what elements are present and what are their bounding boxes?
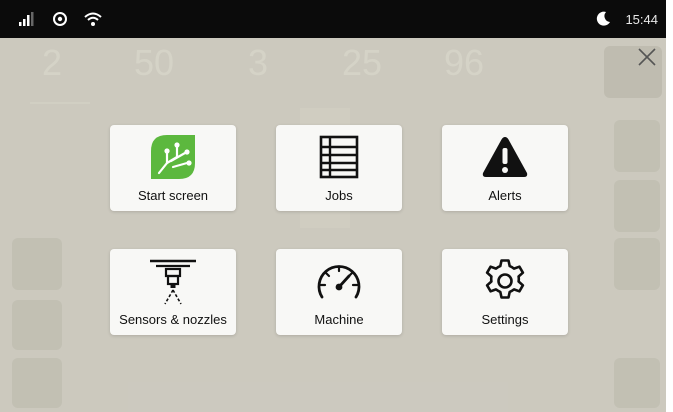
- status-time: 15:44: [625, 12, 658, 27]
- location-icon: [52, 11, 68, 32]
- jobs-list-icon: [276, 131, 402, 183]
- start-screen-label: Start screen: [137, 188, 209, 203]
- start-screen-button[interactable]: Start screen: [110, 125, 236, 211]
- alert-icon: [442, 131, 568, 183]
- sensors-nozzles-button[interactable]: Sensors & nozzles: [110, 249, 236, 335]
- status-bar: 15:44: [0, 0, 666, 38]
- jobs-button[interactable]: Jobs: [276, 125, 402, 211]
- menu-overlay: [0, 38, 666, 412]
- sensor-nozzle-icon: [110, 255, 236, 307]
- close-icon: [638, 48, 656, 66]
- gear-icon: [442, 255, 568, 307]
- wifi-icon: [84, 11, 102, 32]
- machine-label: Machine: [314, 312, 364, 327]
- alerts-button[interactable]: Alerts: [442, 125, 568, 211]
- settings-label: Settings: [481, 312, 529, 327]
- jobs-label: Jobs: [325, 188, 353, 203]
- close-button[interactable]: [636, 46, 658, 68]
- start-screen-icon: [110, 131, 236, 183]
- signal-icon: [18, 11, 34, 32]
- menu-screen: 15:44 2 50 3 25 96 Start screen Jobs Ale…: [0, 0, 666, 412]
- settings-button[interactable]: Settings: [442, 249, 568, 335]
- speedometer-icon: [276, 255, 402, 307]
- machine-button[interactable]: Machine: [276, 249, 402, 335]
- alerts-label: Alerts: [488, 188, 522, 203]
- night-mode-icon: [594, 10, 612, 33]
- sensors-nozzles-label: Sensors & nozzles: [119, 312, 227, 327]
